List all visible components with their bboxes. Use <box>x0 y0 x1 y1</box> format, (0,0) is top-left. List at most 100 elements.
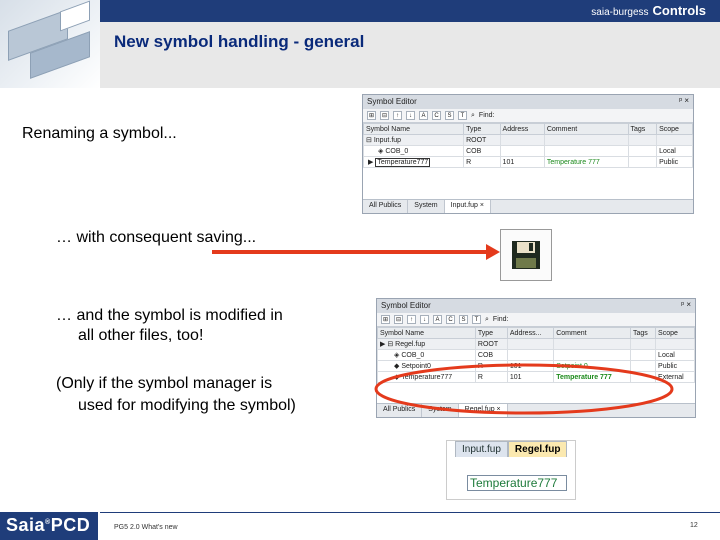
cell <box>499 134 545 146</box>
col-scope[interactable]: Scope <box>656 123 693 135</box>
fup-tab-bar: Input.fup Regel.fup <box>455 441 568 457</box>
tab-input-fup[interactable]: Input.fup <box>455 441 508 457</box>
cell <box>506 349 555 361</box>
tab-all-publics[interactable]: All Publics <box>363 200 409 213</box>
symbol-editor-title: Symbol Editor <box>381 301 431 310</box>
cell <box>655 338 695 350</box>
table-row[interactable]: ⊟ Input.fup ROOT <box>363 134 693 146</box>
text-modified-line2: all other files, too! <box>78 327 204 344</box>
col-address[interactable]: Address... <box>506 327 555 339</box>
pin-close-icon[interactable]: ᵖ × <box>681 300 691 309</box>
cell <box>553 349 631 361</box>
col-address[interactable]: Address <box>499 123 545 135</box>
text-renaming: Renaming a symbol... <box>22 125 177 142</box>
cell <box>499 145 545 157</box>
table-row[interactable]: ◈ COB_0 COB Local <box>377 349 695 361</box>
brand-bar: saia-burgess Controls <box>100 0 720 22</box>
collapse-icon[interactable]: ⊟ <box>394 315 403 324</box>
filter-c-button[interactable]: C <box>432 111 441 120</box>
find-label: Find: <box>478 112 495 119</box>
symbol-editor-window-1: Symbol Editor ᵖ × ⊞ ⊟ ↑ ↓ A C S T ⌕ Find… <box>362 94 694 214</box>
cell <box>543 145 629 157</box>
footer-text: PG5 2.0 What's new <box>114 524 178 531</box>
table-header: Symbol Name Type Address... Comment Tags… <box>377 327 695 339</box>
text-modified-line1: … and the symbol is modified in <box>56 307 283 324</box>
cell: ROOT <box>474 338 508 350</box>
col-tags[interactable]: Tags <box>627 123 658 135</box>
find-icon: ⌕ <box>471 111 475 119</box>
page-title: New symbol handling - general <box>114 32 365 51</box>
save-button[interactable] <box>500 229 552 281</box>
move-down-icon[interactable]: ↓ <box>406 111 415 120</box>
col-comment[interactable]: Comment <box>553 327 631 339</box>
filter-a-button[interactable]: A <box>419 111 428 120</box>
cell <box>656 134 693 146</box>
cell <box>553 338 631 350</box>
row-pointer-icon: ▶ <box>368 159 374 166</box>
cell: ◈ COB_0 <box>377 349 476 361</box>
symbol-table-1: Symbol Name Type Address Comment Tags Sc… <box>363 123 693 168</box>
cell: Temperature 777 <box>543 156 629 168</box>
collapse-icon[interactable]: ⊟ <box>380 111 389 120</box>
cell: ▶ Temperature777 <box>363 156 465 168</box>
filter-a-button[interactable]: A <box>433 315 442 324</box>
cell: Local <box>656 145 693 157</box>
col-symbol-name[interactable]: Symbol Name <box>377 327 476 339</box>
expand-icon[interactable]: ⊞ <box>367 111 376 120</box>
move-up-icon[interactable]: ↑ <box>393 111 402 120</box>
cell <box>543 134 629 146</box>
col-symbol-name[interactable]: Symbol Name <box>363 123 465 135</box>
title-band: New symbol handling - general <box>100 22 720 88</box>
tab-system[interactable]: System <box>408 200 445 213</box>
move-up-icon[interactable]: ↑ <box>407 315 416 324</box>
footer-divider <box>100 512 720 513</box>
saia-pcd-logo: Saia®PCD <box>0 512 98 540</box>
symbol-field[interactable]: Temperature777 <box>467 475 567 491</box>
editor-tab-bar: All Publics System Input.fup × <box>363 199 693 213</box>
text-note-line2: used for modifying the symbol) <box>78 397 296 414</box>
cell <box>506 338 555 350</box>
find-label: Find: <box>492 316 509 323</box>
col-type[interactable]: Type <box>463 123 501 135</box>
col-comment[interactable]: Comment <box>543 123 629 135</box>
table-header: Symbol Name Type Address Comment Tags Sc… <box>363 123 693 135</box>
table-row[interactable]: ▶ ⊟ Regel.fup ROOT <box>377 338 695 350</box>
tab-regel-fup[interactable]: Regel.fup <box>507 441 568 457</box>
cell <box>627 134 658 146</box>
cell: ⊟ Input.fup <box>363 134 465 146</box>
symbol-name-edit-field[interactable]: Temperature777 <box>375 158 431 167</box>
symbol-editor-toolbar: ⊞ ⊟ ↑ ↓ A C S T ⌕ Find: <box>377 313 695 327</box>
find-icon: ⌕ <box>485 315 489 323</box>
cell <box>629 349 657 361</box>
col-tags[interactable]: Tags <box>629 327 657 339</box>
table-row[interactable]: ▶ Temperature777 R 101 Temperature 777 P… <box>363 156 693 168</box>
cell: ROOT <box>463 134 501 146</box>
arrow-icon <box>212 244 500 260</box>
cell: Public <box>656 156 693 168</box>
table-row[interactable]: ◈ COB_0 COB Local <box>363 145 693 157</box>
filter-t-button[interactable]: T <box>472 315 481 324</box>
page-number: 12 <box>690 522 698 529</box>
cell <box>627 145 658 157</box>
filter-s-button[interactable]: S <box>459 315 468 324</box>
filter-c-button[interactable]: C <box>446 315 455 324</box>
cell <box>629 338 657 350</box>
expand-icon[interactable]: ⊞ <box>381 315 390 324</box>
cell: R <box>463 156 501 168</box>
cell: 101 <box>499 156 545 168</box>
text-note-line1: (Only if the symbol manager is <box>56 375 273 392</box>
cell: COB <box>474 349 508 361</box>
highlight-ellipse <box>374 363 674 415</box>
filter-s-button[interactable]: S <box>445 111 454 120</box>
symbol-editor-toolbar: ⊞ ⊟ ↑ ↓ A C S T ⌕ Find: <box>363 109 693 123</box>
fup-editor-snippet: Input.fup Regel.fup Temperature777 <box>446 440 576 500</box>
filter-t-button[interactable]: T <box>458 111 467 120</box>
floppy-disk-icon <box>512 241 540 269</box>
pin-close-icon[interactable]: ᵖ × <box>679 96 689 105</box>
col-scope[interactable]: Scope <box>655 327 695 339</box>
tab-input-fup[interactable]: Input.fup × <box>444 200 491 213</box>
move-down-icon[interactable]: ↓ <box>420 315 429 324</box>
col-type[interactable]: Type <box>474 327 508 339</box>
brand-logo: saia-burgess Controls <box>591 3 706 18</box>
header-graphic <box>0 0 100 88</box>
